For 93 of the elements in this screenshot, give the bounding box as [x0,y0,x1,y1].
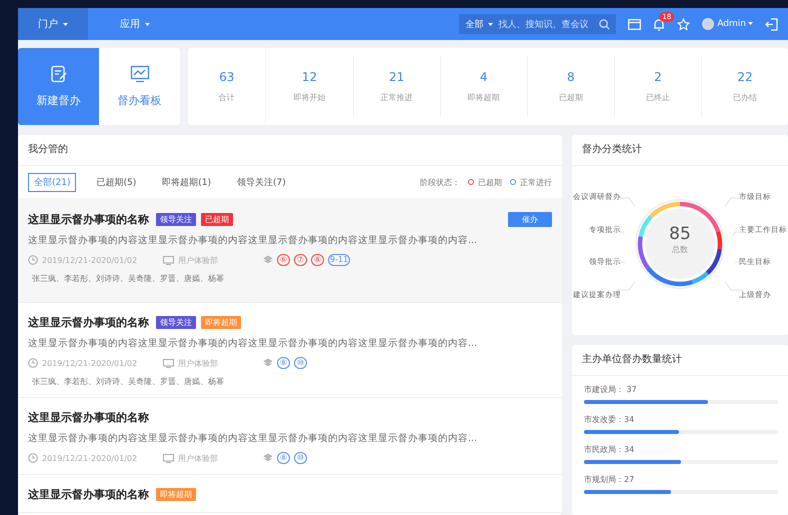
stat-label: 已终止 [646,92,670,103]
monitor-icon [163,256,174,264]
stage-badge: ⑩ [294,452,307,464]
stat-value: 8 [566,70,575,84]
legend-ring-icon [510,179,516,185]
total-label: 总数 [672,244,688,255]
search-icon [599,18,610,30]
layers-icon [263,453,273,463]
layers-icon [263,358,273,368]
avatar-icon[interactable] [702,18,714,30]
task-content: 这里显示督办事项的内容这里显示督办事项的内容这里显示督办事项的内容这里显示督办事项的内容... [28,234,478,247]
task-item[interactable]: 这里显示督办事项的名称 即将超期 [18,475,562,513]
task-item[interactable]: 这里显示督办事项的名称 领导关注 即将超期 这里显示督办事项的内容这里显示督办事项的内容这里显示督办事项的内容这里显示督办事项的内容... 2019/12/21-2020/01/02 用户体验部 ⑧ ⑩ 张三疯、李若彤、刘诗诗、吴奇隆、罗晋、唐嫣、杨幂 [18,303,562,398]
stage-badge: ⑧ [277,452,290,464]
people-list: 张三疯、李若彤、刘诗诗、吴奇隆、罗晋、唐嫣、杨幂 [32,376,224,387]
caret-icon [145,22,150,26]
quick-action-button[interactable]: 新建督办 [18,48,99,125]
caret-icon [488,22,494,26]
legend-text: 正常进行 [520,176,552,188]
stat-label: 已办结 [733,92,757,103]
department-text: 用户体验部 [178,254,218,266]
clock-icon [28,255,38,265]
nav-menu[interactable]: 应用 [100,8,170,40]
stat-value: 21 [388,70,404,84]
stage-badge: ⑥ [277,254,290,266]
caret-icon [63,22,68,26]
stat-label: 正常推进 [380,92,413,103]
monitor-icon [163,454,174,462]
unit-label: 市规划局：27 [584,474,636,485]
monitor-icon [163,358,174,368]
stage-badge: 9-11 [328,254,350,266]
task-title: 这里显示督办事项的名称 [28,212,149,227]
task-title: 这里显示督办事项的名称 [28,315,149,330]
people-list: 张三疯、李若彤、刘诗诗、吴奇隆、罗晋、唐嫣、杨幂 [32,273,224,284]
legend-label: 阶段状态： [420,176,460,188]
department-text: 用户体验部 [178,452,218,464]
status-tag: 领导关注 [156,316,196,329]
clock-icon [28,453,38,463]
filter-tab[interactable]: 全部(21) [28,172,76,192]
task-content: 这里显示督办事项的内容这里显示督办事项的内容这里显示督办事项的内容这里显示督办事项的内容... [28,432,478,445]
stat-value: 12 [302,70,318,84]
filter-tab[interactable]: 领导关注(7) [230,172,292,192]
stat-value: 4 [480,70,488,84]
urge-button[interactable]: 催办 [508,212,552,227]
stat-label: 合计 [218,92,235,103]
department-text: 用户体验部 [178,358,218,368]
legend-text: 已超期 [478,176,502,188]
date-range: 2019/12/21-2020/01/02 [42,358,138,368]
caret-icon [748,22,753,26]
search-field[interactable]: 全部 找人、搜知识、查会议 [459,14,616,34]
status-tag: 领导关注 [156,213,196,226]
edit-document-icon [50,65,68,83]
stat-value: 2 [654,70,662,84]
filter-tab[interactable]: 已超期(5) [90,172,142,192]
stat-label: 即将开始 [294,92,326,103]
stage-badge: ⑧ [311,254,324,266]
user-menu[interactable]: Admin [717,19,753,29]
stage-badge: ⑩ [294,357,307,369]
card-title: 主办单位督办数量统计 [572,345,788,376]
clock-icon [28,358,38,368]
date-range: 2019/12/21-2020/01/02 [42,454,138,462]
stat-value: 63 [219,70,234,84]
stat-label: 即将超期 [468,92,500,103]
legend-ring-icon [468,179,474,185]
chart-monitor-icon [130,65,150,83]
card-title: 督办分类统计 [572,135,788,166]
star-icon[interactable] [677,18,690,30]
unit-label: 市民政局：34 [584,444,636,455]
status-tag: 已超期 [201,213,233,226]
total-value: 85 [669,224,691,244]
task-item[interactable]: 这里显示督办事项的名称 领导关注 已超期 催办 这里显示督办事项的内容这里显示督办事项的内容这里显示督办事项的内容这里显示督办事项的内容... 2019/12/21-2020/01/02 用户体验部 ⑥ ⑦ ⑧ 9-11 张三疯、李若彤、刘诗诗、吴奇隆、罗晋、唐嫣、杨幂 [18,198,562,303]
window-icon[interactable] [628,18,642,30]
stat-label: 已超期 [558,92,583,103]
logout-icon[interactable] [765,18,778,30]
search-input[interactable]: 找人、搜知识、查会议 [498,19,594,29]
date-range: 2019/12/21-2020/01/02 [42,256,138,264]
unit-label: 市发改委：34 [584,414,636,425]
task-title: 这里显示督办事项的名称 [28,410,149,425]
unit-label: 市建设局： 37 [584,384,638,395]
task-item[interactable]: 这里显示督办事项的名称 这里显示督办事项的内容这里显示督办事项的内容这里显示督办事项的内容这里显示督办事项的内容... 2019/12/21-2020/01/02 用户体验部 ⑧ ⑩ [18,398,562,475]
card-title: 我分管的 [18,135,562,166]
task-content: 这里显示督办事项的内容这里显示督办事项的内容这里显示督办事项的内容这里显示督办事项的内容... [28,337,478,350]
stage-badge: ⑧ [277,357,290,369]
stat-value: 22 [737,70,753,84]
filter-tab[interactable]: 即将超期(1) [156,172,217,192]
stage-badge: ⑦ [294,254,307,266]
bell-icon[interactable] [653,18,666,30]
search-scope-dropdown[interactable]: 全部 [465,18,494,30]
status-tag: 即将超期 [156,488,196,501]
task-title: 这里显示督办事项的名称 [28,487,149,502]
nav-menu[interactable]: 门户 [18,8,88,40]
layers-icon [263,255,273,265]
status-tag: 即将超期 [201,316,241,329]
